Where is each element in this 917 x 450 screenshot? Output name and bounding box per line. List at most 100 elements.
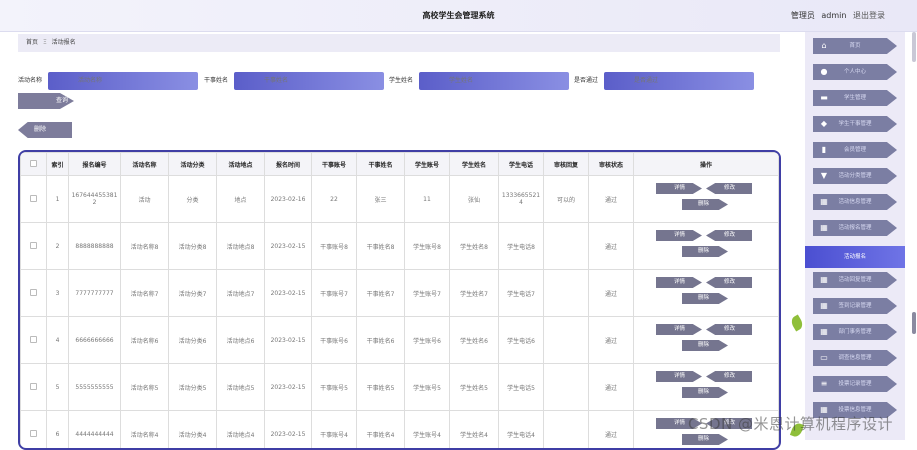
- table-row: 55555555555活动名称5活动分类5活动地点52023-02-15干事账号…: [21, 364, 779, 411]
- staff-name-label: 干事姓名: [204, 72, 228, 90]
- table-cell: 学生电话7: [499, 270, 544, 317]
- table-cell: 张仙: [450, 176, 499, 223]
- delete-button[interactable]: 删除: [682, 293, 728, 304]
- sidebar-item-label: 调查信息管理: [838, 355, 871, 361]
- table-header-row: 索引 报名编号 活动名称 活动分类 活动地点 报名时间 干事账号 干事姓名 学生…: [21, 153, 779, 176]
- column-header: 干事姓名: [357, 153, 405, 176]
- table-cell: 活动地点4: [217, 411, 265, 450]
- table-cell: [544, 317, 589, 364]
- student-name-input[interactable]: [419, 72, 569, 90]
- table-cell: 学生姓名6: [450, 317, 499, 364]
- table-cell: 学生账号5: [405, 364, 450, 411]
- row-select-cell[interactable]: [21, 223, 47, 270]
- actions-cell: 详情修改删除: [634, 270, 779, 317]
- table-cell: 干事账号4: [312, 411, 357, 450]
- breadcrumb-separator: Ξ: [43, 39, 47, 46]
- column-header: 活动地点: [217, 153, 265, 176]
- table-cell: 1676444553812: [69, 176, 121, 223]
- select-all-header[interactable]: [21, 153, 47, 176]
- detail-button[interactable]: 详情: [656, 371, 702, 382]
- row-select-cell[interactable]: [21, 317, 47, 364]
- table-cell: 学生账号7: [405, 270, 450, 317]
- row-select-cell[interactable]: [21, 176, 47, 223]
- row-select-cell[interactable]: [21, 364, 47, 411]
- sidebar-item[interactable]: ≡投票记录管理: [813, 376, 897, 392]
- table-cell: 通过: [589, 411, 634, 450]
- table-cell: 3: [47, 270, 69, 317]
- sidebar-item[interactable]: ◆学生干事管理: [813, 116, 897, 132]
- edit-button[interactable]: 修改: [706, 183, 752, 194]
- table-cell: 学生账号4: [405, 411, 450, 450]
- edit-button[interactable]: 修改: [706, 324, 752, 335]
- sidebar-item[interactable]: ▦活动报名管理: [813, 220, 897, 236]
- sidebar-item[interactable]: ▼活动分类管理: [813, 168, 897, 184]
- row-checkbox[interactable]: [30, 430, 37, 437]
- breadcrumb-current: 活动报名: [52, 39, 76, 46]
- table-cell: 活动名称5: [121, 364, 169, 411]
- detail-button[interactable]: 详情: [656, 183, 702, 194]
- activity-name-input[interactable]: [48, 72, 198, 90]
- scrollbar-handle[interactable]: [912, 312, 916, 334]
- sidebar-item[interactable]: ▬学生管理: [813, 90, 897, 106]
- row-checkbox[interactable]: [30, 336, 37, 343]
- sidebar-item[interactable]: ▮会员管理: [813, 142, 897, 158]
- edit-button[interactable]: 修改: [706, 230, 752, 241]
- table-cell: 干事姓名4: [357, 411, 405, 450]
- row-checkbox[interactable]: [30, 383, 37, 390]
- table-row: 28888888888活动名称8活动分类8活动地点82023-02-15干事账号…: [21, 223, 779, 270]
- query-button[interactable]: 查询: [18, 93, 74, 109]
- table-cell: 地点: [217, 176, 265, 223]
- breadcrumb-home[interactable]: 首页: [26, 39, 38, 46]
- select-all-checkbox[interactable]: [30, 160, 37, 167]
- table-cell: 张三: [357, 176, 405, 223]
- table-cell: 学生账号6: [405, 317, 450, 364]
- table-cell: 2023-02-15: [265, 364, 312, 411]
- table-cell: [544, 411, 589, 450]
- logout-link[interactable]: 退出登录: [853, 11, 885, 20]
- sidebar-item[interactable]: ●个人中心: [813, 64, 897, 80]
- scrollbar-thumb[interactable]: [912, 32, 916, 62]
- sidebar-item-label: 学生干事管理: [838, 121, 871, 127]
- detail-button[interactable]: 详情: [656, 277, 702, 288]
- detail-button[interactable]: 详情: [656, 230, 702, 241]
- delete-button[interactable]: 删除: [682, 340, 728, 351]
- sidebar-item[interactable]: ▦活动回复管理: [813, 272, 897, 288]
- sidebar-item[interactable]: ▭ 调查信息管理: [813, 350, 897, 366]
- staff-name-input[interactable]: [234, 72, 384, 90]
- sidebar-item-label: 投票记录管理: [838, 381, 871, 387]
- table-cell: 活动分类7: [169, 270, 217, 317]
- edit-button[interactable]: 修改: [706, 277, 752, 288]
- row-checkbox[interactable]: [30, 195, 37, 202]
- row-select-cell[interactable]: [21, 411, 47, 450]
- table-row: 64444444444活动名称4活动分类4活动地点42023-02-15干事账号…: [21, 411, 779, 450]
- row-checkbox[interactable]: [30, 242, 37, 249]
- batch-delete-button[interactable]: 删除: [18, 122, 72, 138]
- table-cell: 学生电话6: [499, 317, 544, 364]
- sidebar-item[interactable]: ▦部门事务管理: [813, 324, 897, 340]
- message-icon: ▭: [819, 353, 829, 363]
- row-select-cell[interactable]: [21, 270, 47, 317]
- edit-button[interactable]: 修改: [706, 371, 752, 382]
- top-bar: 高校学生会管理系统 管理员 admin 退出登录: [0, 0, 917, 32]
- sidebar-item[interactable]: ▦活动信息管理: [813, 194, 897, 210]
- chart-icon: ▮: [819, 145, 829, 155]
- delete-button[interactable]: 删除: [682, 199, 728, 210]
- sidebar-item[interactable]: ▦签到记录管理: [813, 298, 897, 314]
- sidebar-item[interactable]: ⌂首页: [813, 38, 897, 54]
- delete-button[interactable]: 删除: [682, 246, 728, 257]
- sidebar-item[interactable]: 活动报名: [805, 246, 905, 268]
- table-cell: 学生姓名7: [450, 270, 499, 317]
- breadcrumb: 首页 Ξ 活动报名: [18, 34, 780, 52]
- delete-button[interactable]: 删除: [682, 387, 728, 398]
- table-cell: 2: [47, 223, 69, 270]
- detail-button[interactable]: 详情: [656, 324, 702, 335]
- table-cell: 活动名称6: [121, 317, 169, 364]
- row-checkbox[interactable]: [30, 289, 37, 296]
- table-row: 11676444553812活动分类地点2023-02-1622张三11张仙13…: [21, 176, 779, 223]
- table-cell: 干事姓名8: [357, 223, 405, 270]
- table-cell: 学生姓名8: [450, 223, 499, 270]
- user-info: 管理员 admin 退出登录: [787, 0, 885, 32]
- column-header: 审核状态: [589, 153, 634, 176]
- table-cell: 活动分类4: [169, 411, 217, 450]
- pass-status-input[interactable]: [604, 72, 754, 90]
